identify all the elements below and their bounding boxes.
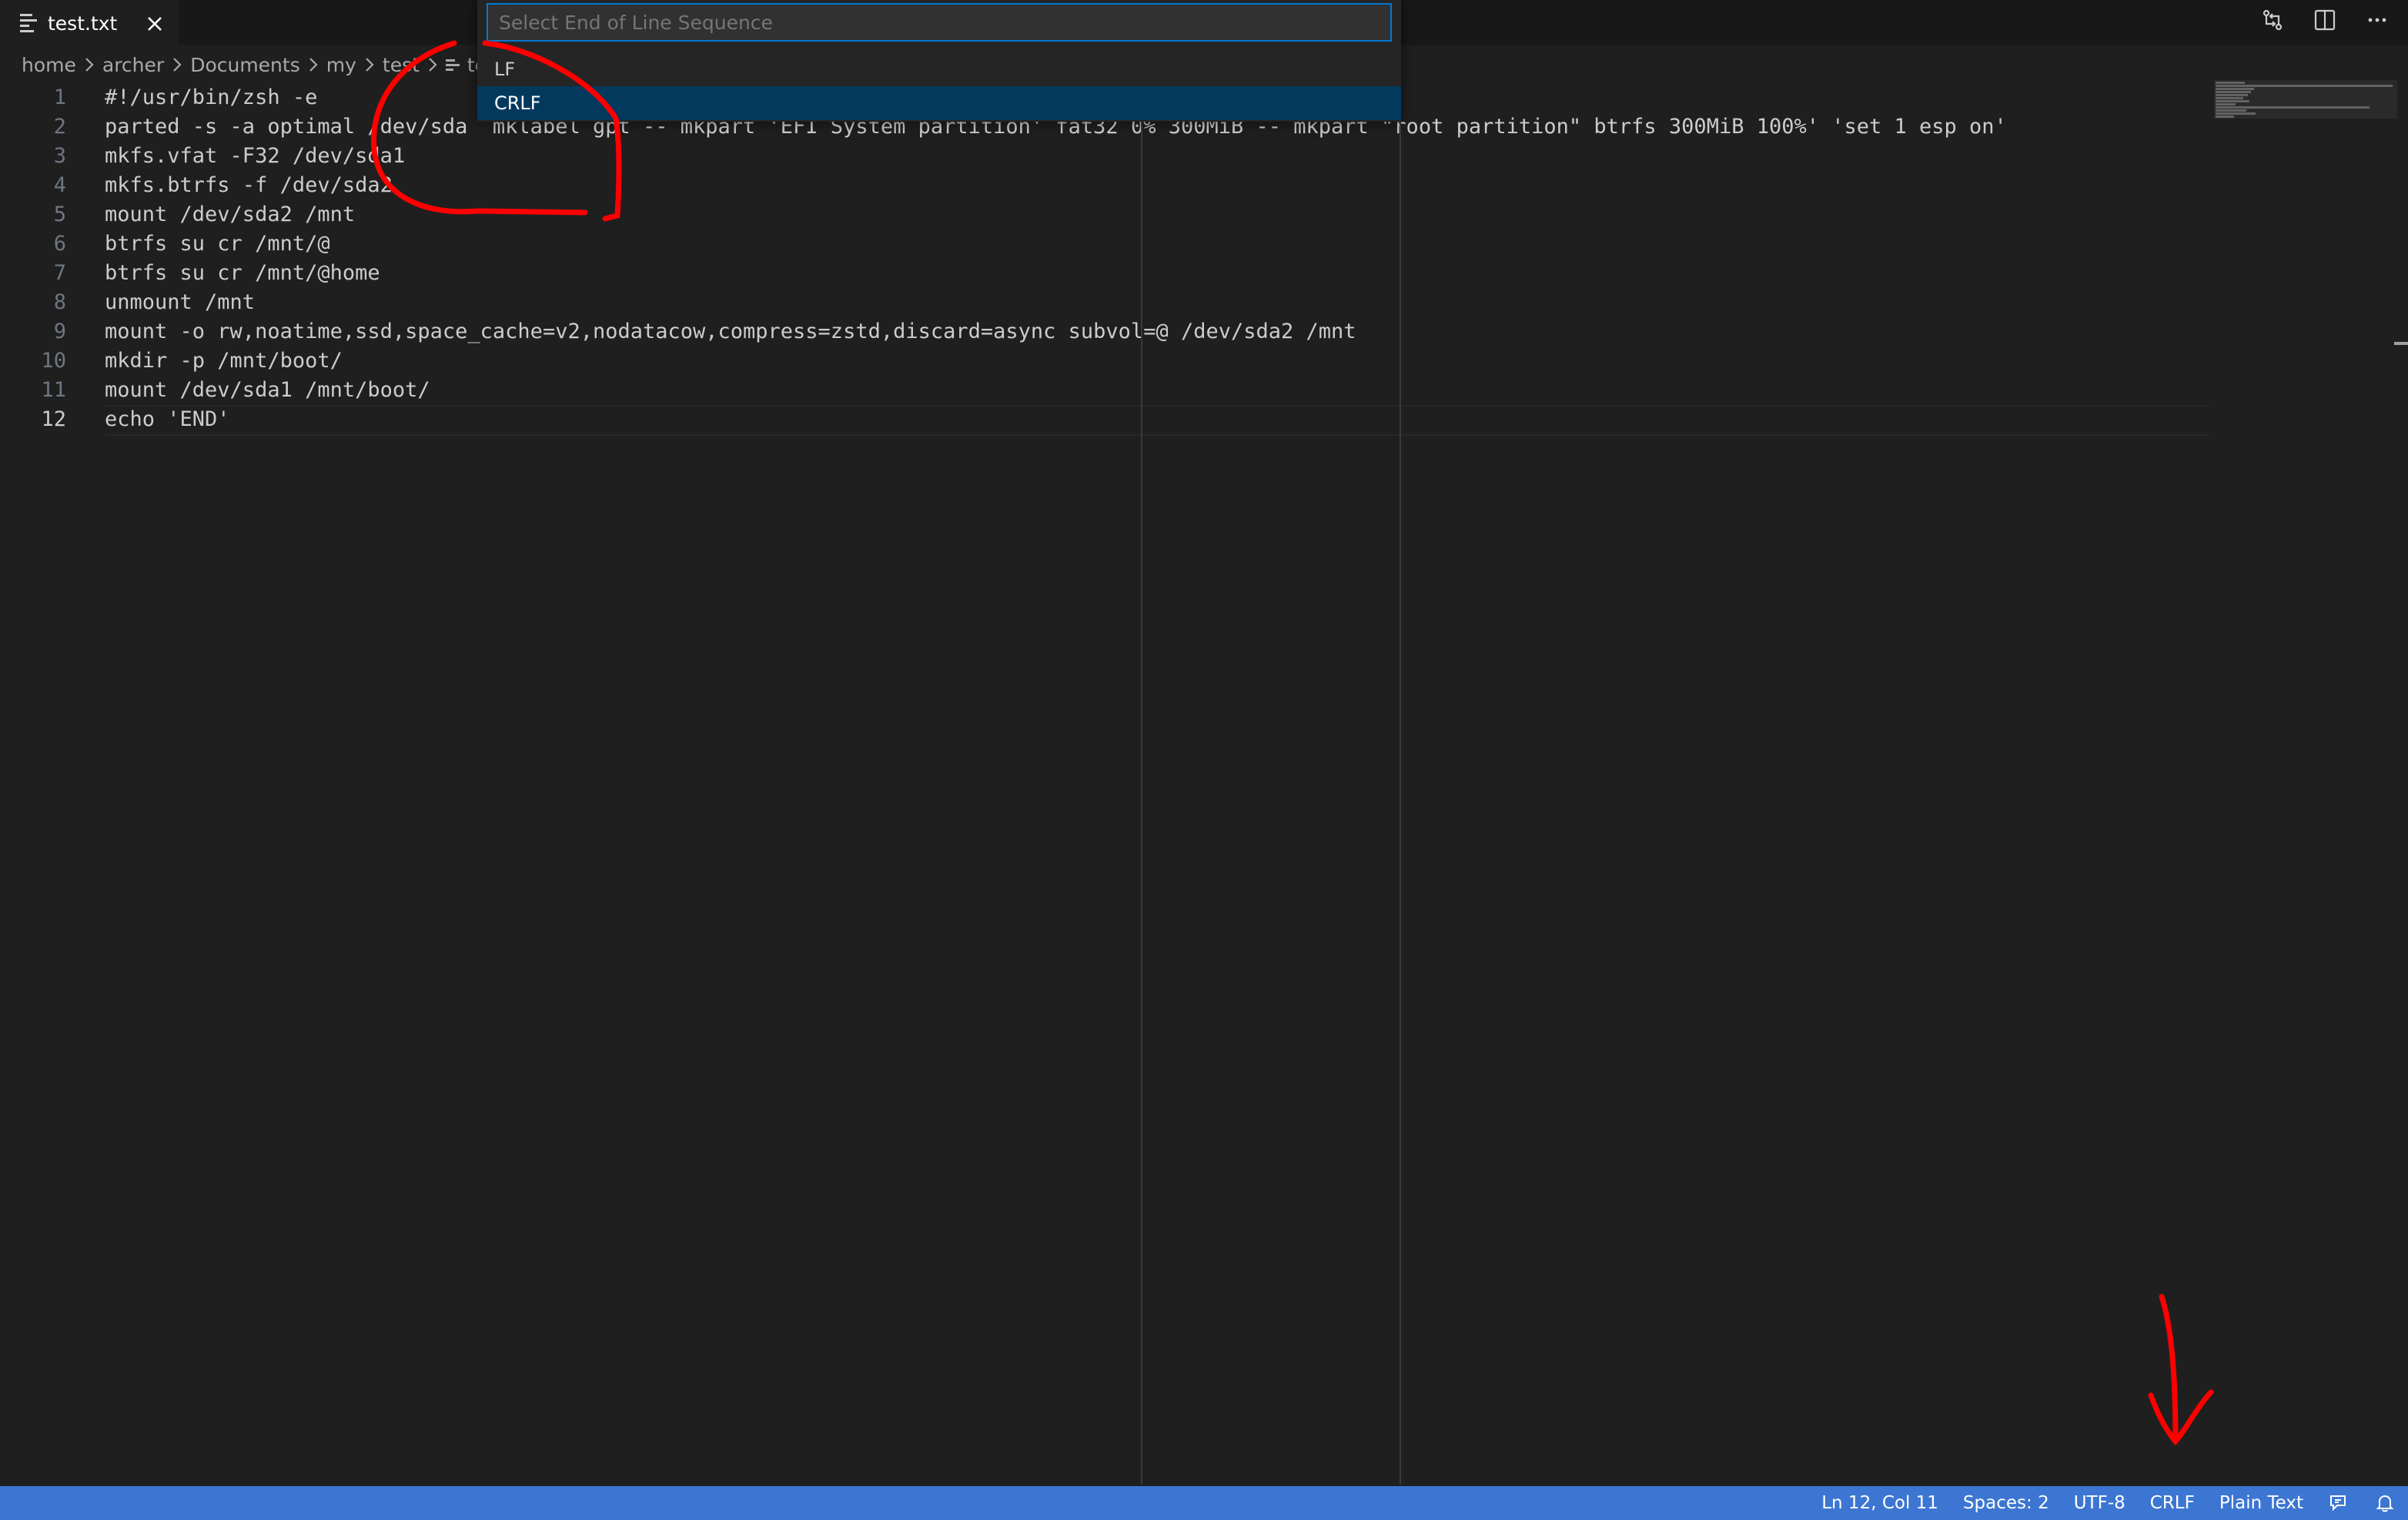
status-encoding[interactable]: UTF-8 (2062, 1486, 2138, 1520)
chevron-right-icon (424, 56, 441, 73)
line-text[interactable]: btrfs su cr /mnt/@ (105, 229, 330, 259)
code-line[interactable]: 8 unmount /mnt (0, 288, 2209, 317)
minimap[interactable] (2214, 80, 2396, 119)
breadcrumb-item-my[interactable]: my (326, 54, 356, 76)
line-number: 3 (53, 144, 66, 168)
editor-text-area[interactable]: 1 #!/usr/bin/zsh -e 2 parted -s -a optim… (0, 83, 2209, 1485)
quick-pick-item-crlf[interactable]: CRLF (477, 86, 1401, 120)
code-line[interactable]: 5 mount /dev/sda2 /mnt (0, 200, 2209, 229)
breadcrumb: home archer Documents my test tes (22, 51, 497, 79)
line-text[interactable]: mkfs.btrfs -f /dev/sda2 (105, 171, 393, 200)
line-text[interactable]: mount -o rw,noatime,ssd,space_cache=v2,n… (105, 317, 1356, 347)
file-lines-icon (20, 13, 40, 33)
line-text[interactable]: echo 'END' (105, 405, 230, 434)
line-number: 9 (53, 320, 66, 343)
code-line-current[interactable]: 12 echo 'END' (0, 405, 2209, 434)
line-number: 2 (53, 115, 66, 139)
status-cursor-position[interactable]: Ln 12, Col 11 (1809, 1486, 1951, 1520)
tab-test-txt[interactable]: test.txt (0, 0, 179, 45)
line-number: 10 (41, 349, 66, 373)
code-line[interactable]: 3 mkfs.vfat -F32 /dev/sda1 (0, 142, 2209, 171)
line-number: 12 (41, 407, 66, 431)
code-line[interactable]: 9 mount -o rw,noatime,ssd,space_cache=v2… (0, 317, 2209, 347)
code-line[interactable]: 7 btrfs su cr /mnt/@home (0, 259, 2209, 288)
line-text[interactable]: unmount /mnt (105, 288, 255, 317)
line-text[interactable]: mount /dev/sda1 /mnt/boot/ (105, 376, 430, 405)
editor-ruler (1400, 83, 1401, 1485)
more-actions-icon[interactable] (2362, 5, 2393, 35)
line-number: 5 (53, 203, 66, 226)
editor-ruler (1141, 83, 1142, 1485)
close-icon[interactable] (142, 11, 168, 37)
scrollbar-cursor-marker (2394, 342, 2408, 345)
bell-icon[interactable] (2362, 1486, 2408, 1520)
code-line[interactable]: 11 mount /dev/sda1 /mnt/boot/ (0, 376, 2209, 405)
feedback-icon[interactable] (2316, 1486, 2362, 1520)
line-text[interactable]: #!/usr/bin/zsh -e (105, 83, 317, 112)
line-text[interactable]: mkdir -p /mnt/boot/ (105, 347, 343, 376)
chevron-right-icon (81, 56, 98, 73)
code-line[interactable]: 4 mkfs.btrfs -f /dev/sda2 (0, 171, 2209, 200)
quick-pick-item-lf[interactable]: LF (477, 52, 1401, 86)
line-number: 8 (53, 290, 66, 314)
breadcrumb-item-test[interactable]: test (383, 54, 420, 76)
chevron-right-icon (361, 56, 378, 73)
line-text[interactable]: btrfs su cr /mnt/@home (105, 259, 380, 288)
chevron-right-icon (305, 56, 322, 73)
line-number: 7 (53, 261, 66, 285)
split-editor-icon[interactable] (2309, 5, 2340, 35)
breadcrumb-item-documents[interactable]: Documents (190, 54, 300, 76)
line-number: 1 (53, 85, 66, 109)
line-text[interactable]: mount /dev/sda2 /mnt (105, 200, 355, 229)
status-indentation[interactable]: Spaces: 2 (1951, 1486, 2062, 1520)
tab-label: test.txt (48, 12, 118, 35)
eol-quick-pick: LF CRLF (477, 0, 1401, 122)
line-number: 4 (53, 173, 66, 197)
line-number: 6 (53, 232, 66, 256)
line-number: 11 (41, 378, 66, 402)
status-eol[interactable]: CRLF (2138, 1486, 2207, 1520)
quick-pick-input[interactable] (487, 3, 1392, 42)
status-language[interactable]: Plain Text (2207, 1486, 2316, 1520)
code-line[interactable]: 10 mkdir -p /mnt/boot/ (0, 347, 2209, 376)
line-text[interactable]: mkfs.vfat -F32 /dev/sda1 (105, 142, 405, 171)
file-lines-icon (445, 56, 461, 73)
status-bar: Ln 12, Col 11 Spaces: 2 UTF-8 CRLF Plain… (0, 1486, 2408, 1520)
editor-actions (2257, 5, 2393, 35)
code-line[interactable]: 6 btrfs su cr /mnt/@ (0, 229, 2209, 259)
breadcrumb-item-archer[interactable]: archer (102, 54, 164, 76)
breadcrumb-item-home[interactable]: home (22, 54, 76, 76)
compare-changes-icon[interactable] (2257, 5, 2288, 35)
chevron-right-icon (169, 56, 186, 73)
